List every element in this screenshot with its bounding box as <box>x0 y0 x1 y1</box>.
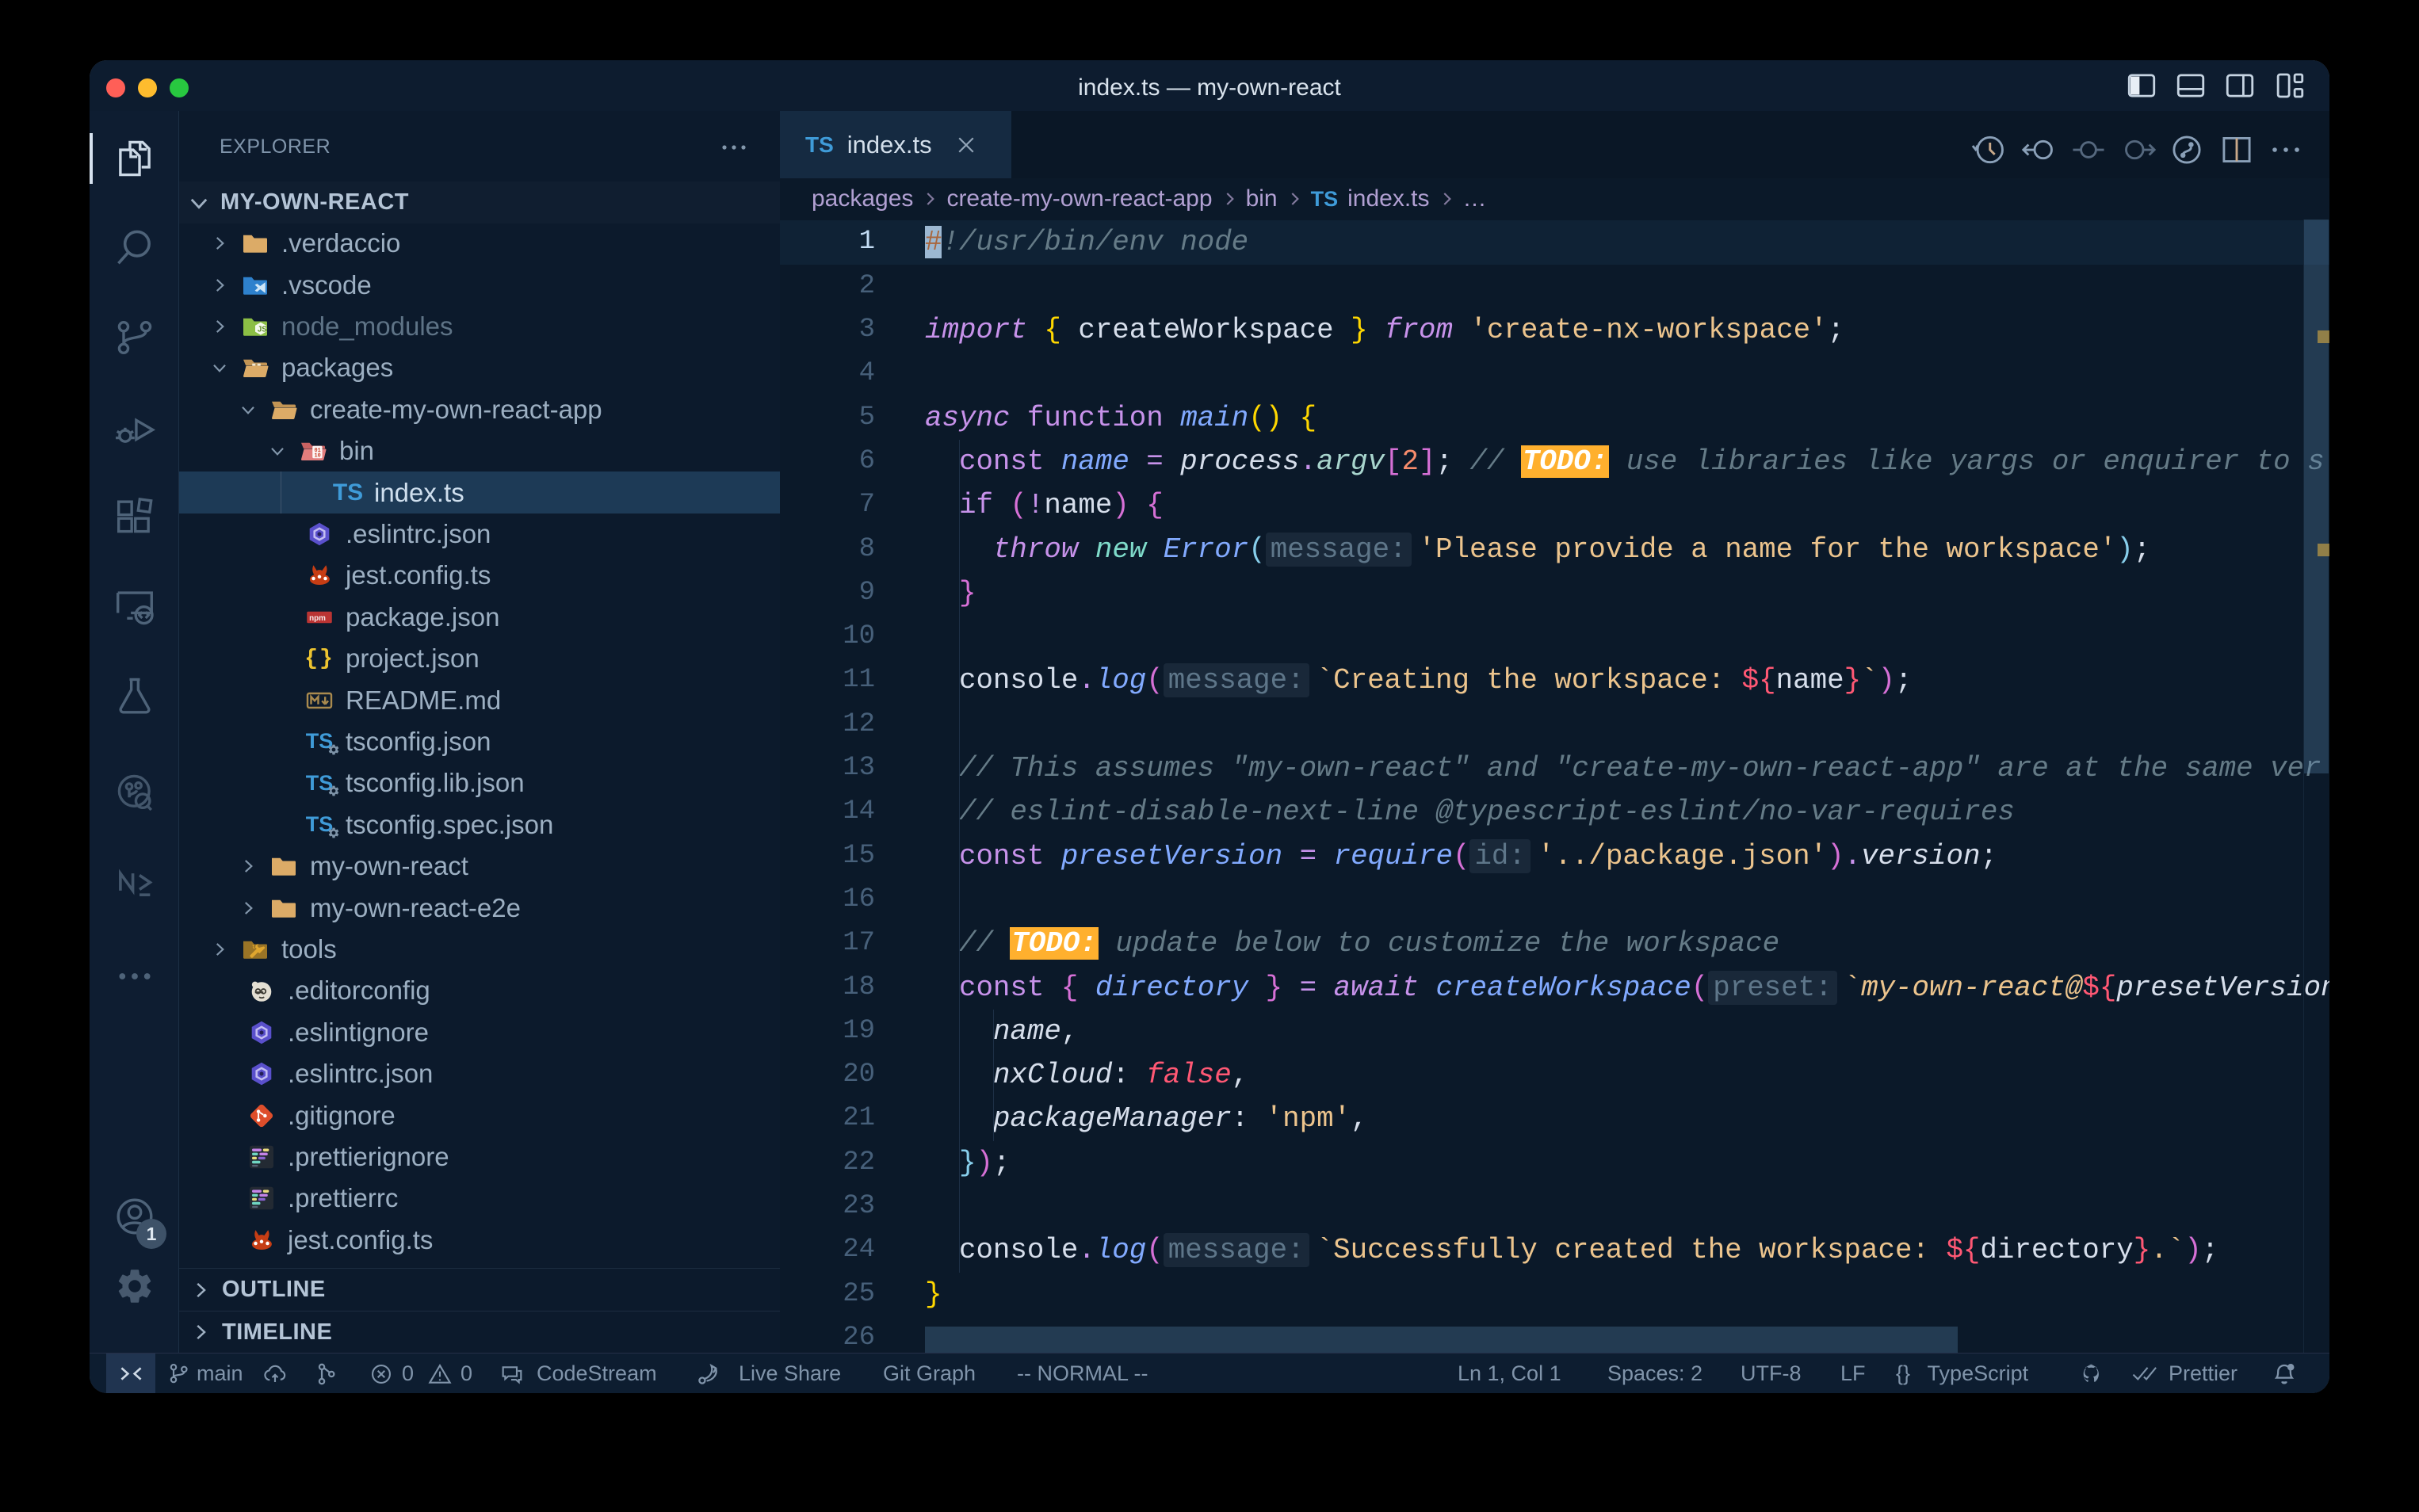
svg-text:npm: npm <box>309 614 326 623</box>
svg-text:JS: JS <box>258 325 267 334</box>
svg-text:10: 10 <box>315 453 321 460</box>
